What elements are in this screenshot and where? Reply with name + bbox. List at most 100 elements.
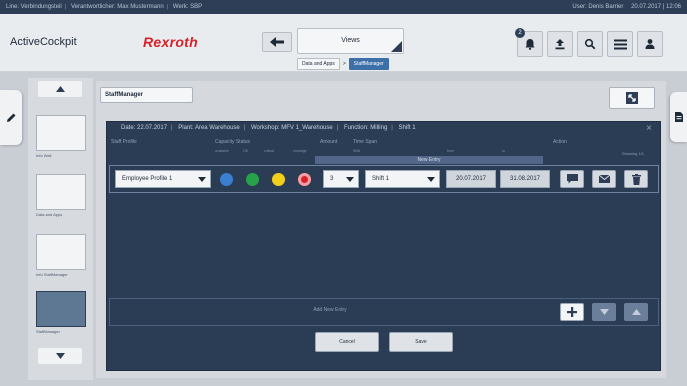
brand-logo: Rexroth [143,34,198,50]
status-dot-critical[interactable] [272,173,285,186]
staff-profile-select[interactable]: Employee Profile 1 [115,170,211,188]
edit-side-tab[interactable] [0,90,22,145]
thumbnail-info-wall[interactable]: Info Wall [36,115,86,158]
staff-profile-value: Employee Profile 1 [122,176,173,182]
user-button[interactable] [637,31,663,57]
col-staff-profile: Staff Profile [111,139,137,145]
sub-ok: OK [243,149,249,153]
col-time-span: Time Span [353,139,377,145]
thumbnail-image [36,115,86,151]
chevron-down-icon [599,309,609,315]
chat-icon [566,174,578,184]
plus-icon [567,307,577,317]
add-new-entry-label: Add New Entry [313,307,347,313]
save-button[interactable]: Save [389,332,453,352]
sub-from: from [447,149,454,153]
breadcrumb: Data and Apps > StaffManager [297,58,389,70]
amount-value: 3 [330,176,334,182]
sub-available: available [215,149,229,153]
back-button[interactable] [262,32,292,52]
status-plant: Werk: SBP [172,4,203,10]
scroll-up-button[interactable] [38,81,82,97]
views-button[interactable]: Views [297,28,404,54]
breadcrumb-staffmanager[interactable]: StaffManager [348,58,389,70]
user-icon [645,39,655,49]
sub-shift: Shift [353,149,361,153]
thumbnail-caption: Data and Apps [36,212,63,217]
thumbnail-info-staffmanager[interactable]: Info StaffManager [36,234,86,277]
header-actions: 2 [515,28,663,57]
status-user: User: Denis Barrier [572,4,624,10]
upload-icon [555,39,565,50]
arrow-left-icon [270,37,284,47]
breadcrumb-data-and-apps[interactable]: Data and Apps [297,58,340,70]
table-row: Employee Profile 1 3 Shift 1 20.07.2017 … [109,165,659,193]
thumbnail-caption: Info Wall [36,153,52,158]
sub-to: to [502,149,505,153]
notifications-button[interactable]: 2 [515,28,543,57]
thumbnail-image [36,234,86,270]
chevron-up-icon [631,309,641,315]
document-side-tab[interactable] [670,92,687,142]
col-action: Action [553,139,567,145]
status-dot-shortage[interactable] [298,173,311,186]
trash-icon [631,173,641,185]
thumbnail-strip: Info Wall Data and Apps Info StaffManage… [28,78,93,380]
info-date: Date: 22.07.2017 [121,125,168,131]
delete-button[interactable] [624,170,648,188]
info-shift: Shift 1 [398,125,416,131]
date-to-field[interactable]: 31.08.2017 [500,170,550,188]
add-entry-button[interactable] [560,303,584,321]
move-up-button[interactable] [624,303,648,321]
status-dot-ok[interactable] [246,173,259,186]
close-icon[interactable]: × [646,123,652,134]
info-bar: Date: 22.07.2017 | Plant: Area Warehouse |… [121,125,416,131]
expand-icon [626,92,638,104]
upload-button[interactable] [547,31,573,57]
thumbnail-data-and-apps[interactable]: Data and Apps [36,174,86,217]
add-entry-row: Add New Entry [109,298,659,326]
thumbnail-image [36,174,86,210]
cancel-button[interactable]: Cancel [315,332,379,352]
status-datetime: 20.07.2017 | 12:06 [631,4,681,10]
staff-editor: Date: 22.07.2017 | Plant: Area Warehouse |… [106,121,661,371]
staffmanager-panel: StaffManager Date: 22.07.2017 | Plant: Ar… [96,81,666,378]
menu-button[interactable] [607,31,633,57]
chevron-up-icon [55,86,65,92]
mail-icon [598,175,610,183]
comment-button[interactable] [560,170,584,188]
status-bar-left: Line: Verbindungsteil | Verantwortlicher:… [6,4,203,10]
bell-icon [525,39,535,50]
status-line: Line: Verbindungsteil [6,4,62,10]
sub-shortage: shortage [293,149,307,153]
header: ActiveCockpit Rexroth Views Data and App… [0,14,687,72]
move-down-button[interactable] [592,303,616,321]
col-amount: Amount [320,139,338,145]
shift-select[interactable]: Shift 1 [365,170,440,188]
showing-count: Showing 1/1 [622,151,645,156]
scroll-down-button[interactable] [38,348,82,364]
app-name: ActiveCockpit [10,36,77,48]
thumbnail-image [36,291,86,327]
chevron-down-icon [427,177,435,182]
shift-value: Shift 1 [372,176,390,182]
breadcrumb-separator: > [342,61,346,67]
expand-button[interactable] [609,87,655,109]
thumbnail-caption: Info StaffManager [36,272,68,277]
new-entry-label: New Entry [315,156,543,164]
pencil-icon [7,113,16,122]
search-button[interactable] [577,31,603,57]
thumbnail-caption: StaffManager [36,329,60,334]
thumbnail-staffmanager[interactable]: StaffManager [36,291,86,334]
status-dot-available[interactable] [220,173,233,186]
chevron-down-icon [346,177,354,182]
date-from-field[interactable]: 20.07.2017 [446,170,496,188]
amount-select[interactable]: 3 [323,170,359,188]
chevron-down-icon [198,177,206,182]
status-bar-right: User: Denis Barrier 20.07.2017 | 12:06 [572,4,681,10]
status-responsible: Verantwortlicher: Max Mustermann [70,4,164,10]
mail-button[interactable] [592,170,616,188]
col-capacity-status: Capacity Status [215,139,251,145]
panel-title[interactable]: StaffManager [100,87,193,103]
status-bar: Line: Verbindungsteil | Verantwortlicher:… [0,0,687,14]
